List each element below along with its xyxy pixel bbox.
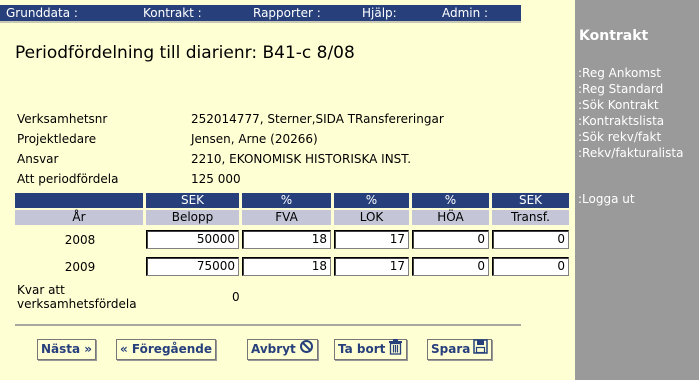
- unit-header-lok: %: [334, 193, 409, 208]
- sidebar-link-sok-kontrakt[interactable]: :Sök Kontrakt: [578, 97, 683, 113]
- belopp-input-2008[interactable]: 50000: [146, 230, 239, 249]
- kvar-label-line2: verksamhetsfördela: [17, 297, 137, 311]
- info-value-verksamhetsnr: 252014777, Sterner,SIDA TRansfereringar: [191, 112, 444, 126]
- info-value-projektledare: Jensen, Arne (20266): [191, 132, 318, 146]
- info-label-att-periodfordela: Att periodfördela: [17, 172, 119, 186]
- kvar-label-line1: Kvar att: [17, 283, 65, 297]
- fva-input-2009[interactable]: 18: [242, 257, 331, 276]
- floppy-disk-icon: [473, 339, 489, 360]
- nav-divider: [0, 21, 521, 23]
- sidebar: Kontrakt :Reg Ankomst :Reg Standard :Sök…: [575, 0, 699, 380]
- trash-icon: [388, 338, 403, 361]
- sidebar-link-sok-rekv-fakt[interactable]: :Sök rekv/fakt: [578, 129, 683, 145]
- sidebar-title: Kontrakt: [579, 28, 649, 44]
- belopp-input-2009[interactable]: 75000: [146, 257, 239, 276]
- delete-button-label: Ta bort: [338, 342, 386, 356]
- cancel-button[interactable]: Avbryt: [247, 339, 318, 360]
- info-label-projektledare: Projektledare: [17, 132, 97, 146]
- column-header-hoa: HÖA: [412, 210, 489, 225]
- info-value-ansvar: 2210, EKONOMISK HISTORISKA INST.: [191, 152, 412, 166]
- column-header-fva: FVA: [242, 210, 331, 225]
- sidebar-link-kontraktslista[interactable]: :Kontraktslista: [578, 113, 683, 129]
- unit-header-year: [15, 193, 143, 208]
- column-header-lok: LOK: [334, 210, 409, 225]
- sidebar-link-reg-standard[interactable]: :Reg Standard: [578, 81, 683, 97]
- nav-grunddata[interactable]: Grunddata :: [6, 6, 78, 20]
- previous-button-label: « Föregående: [120, 342, 213, 356]
- page-title: Periodfördelning till diarienr: B41-c 8/…: [15, 43, 355, 63]
- sidebar-links: :Reg Ankomst :Reg Standard :Sök Kontrakt…: [578, 65, 683, 161]
- sidebar-link-rekv-fakturalista[interactable]: :Rekv/fakturalista: [578, 145, 683, 161]
- info-label-verksamhetsnr: Verksamhetsnr: [17, 112, 108, 126]
- next-button-label: Nästa »: [41, 342, 93, 356]
- row-year-2009: 2009: [64, 260, 96, 274]
- kvar-value: 0: [232, 290, 240, 304]
- fva-input-2008[interactable]: 18: [242, 230, 331, 249]
- unit-header-hoa: %: [412, 193, 489, 208]
- top-nav-bar: Grunddata : Kontrakt : Rapporter : Hjälp…: [0, 5, 521, 21]
- nav-kontrakt[interactable]: Kontrakt :: [143, 6, 202, 20]
- cancel-icon: [299, 339, 314, 360]
- sidebar-link-logga-ut[interactable]: :Logga ut: [578, 192, 635, 206]
- next-button[interactable]: Nästa »: [37, 339, 97, 360]
- previous-button[interactable]: « Föregående: [116, 339, 217, 360]
- unit-header-fva: %: [242, 193, 331, 208]
- sidebar-link-reg-ankomst[interactable]: :Reg Ankomst: [578, 65, 683, 81]
- nav-admin[interactable]: Admin :: [442, 6, 488, 20]
- delete-button[interactable]: Ta bort: [334, 338, 408, 361]
- lok-input-2009[interactable]: 17: [334, 257, 409, 276]
- hoa-input-2008[interactable]: 0: [412, 230, 489, 249]
- form-divider: [15, 324, 521, 326]
- column-header-year: År: [15, 210, 143, 225]
- lok-input-2008[interactable]: 17: [334, 230, 409, 249]
- save-button[interactable]: Spara: [427, 339, 493, 360]
- info-value-att-periodfordela: 125 000: [191, 172, 241, 186]
- transf-input-2009[interactable]: 0: [492, 257, 569, 276]
- column-header-transf: Transf.: [492, 210, 569, 225]
- column-header-belopp: Belopp: [146, 210, 239, 225]
- cancel-button-label: Avbryt: [251, 342, 296, 356]
- kvar-label: Kvar att verksamhetsfördela: [17, 283, 137, 311]
- info-label-ansvar: Ansvar: [17, 152, 59, 166]
- nav-rapporter[interactable]: Rapporter :: [253, 6, 321, 20]
- unit-header-belopp: SEK: [146, 193, 239, 208]
- unit-header-transf: SEK: [492, 193, 569, 208]
- hoa-input-2009[interactable]: 0: [412, 257, 489, 276]
- row-year-2008: 2008: [64, 233, 96, 247]
- save-button-label: Spara: [431, 342, 471, 356]
- nav-hjalp[interactable]: Hjälp:: [362, 6, 397, 20]
- transf-input-2008[interactable]: 0: [492, 230, 569, 249]
